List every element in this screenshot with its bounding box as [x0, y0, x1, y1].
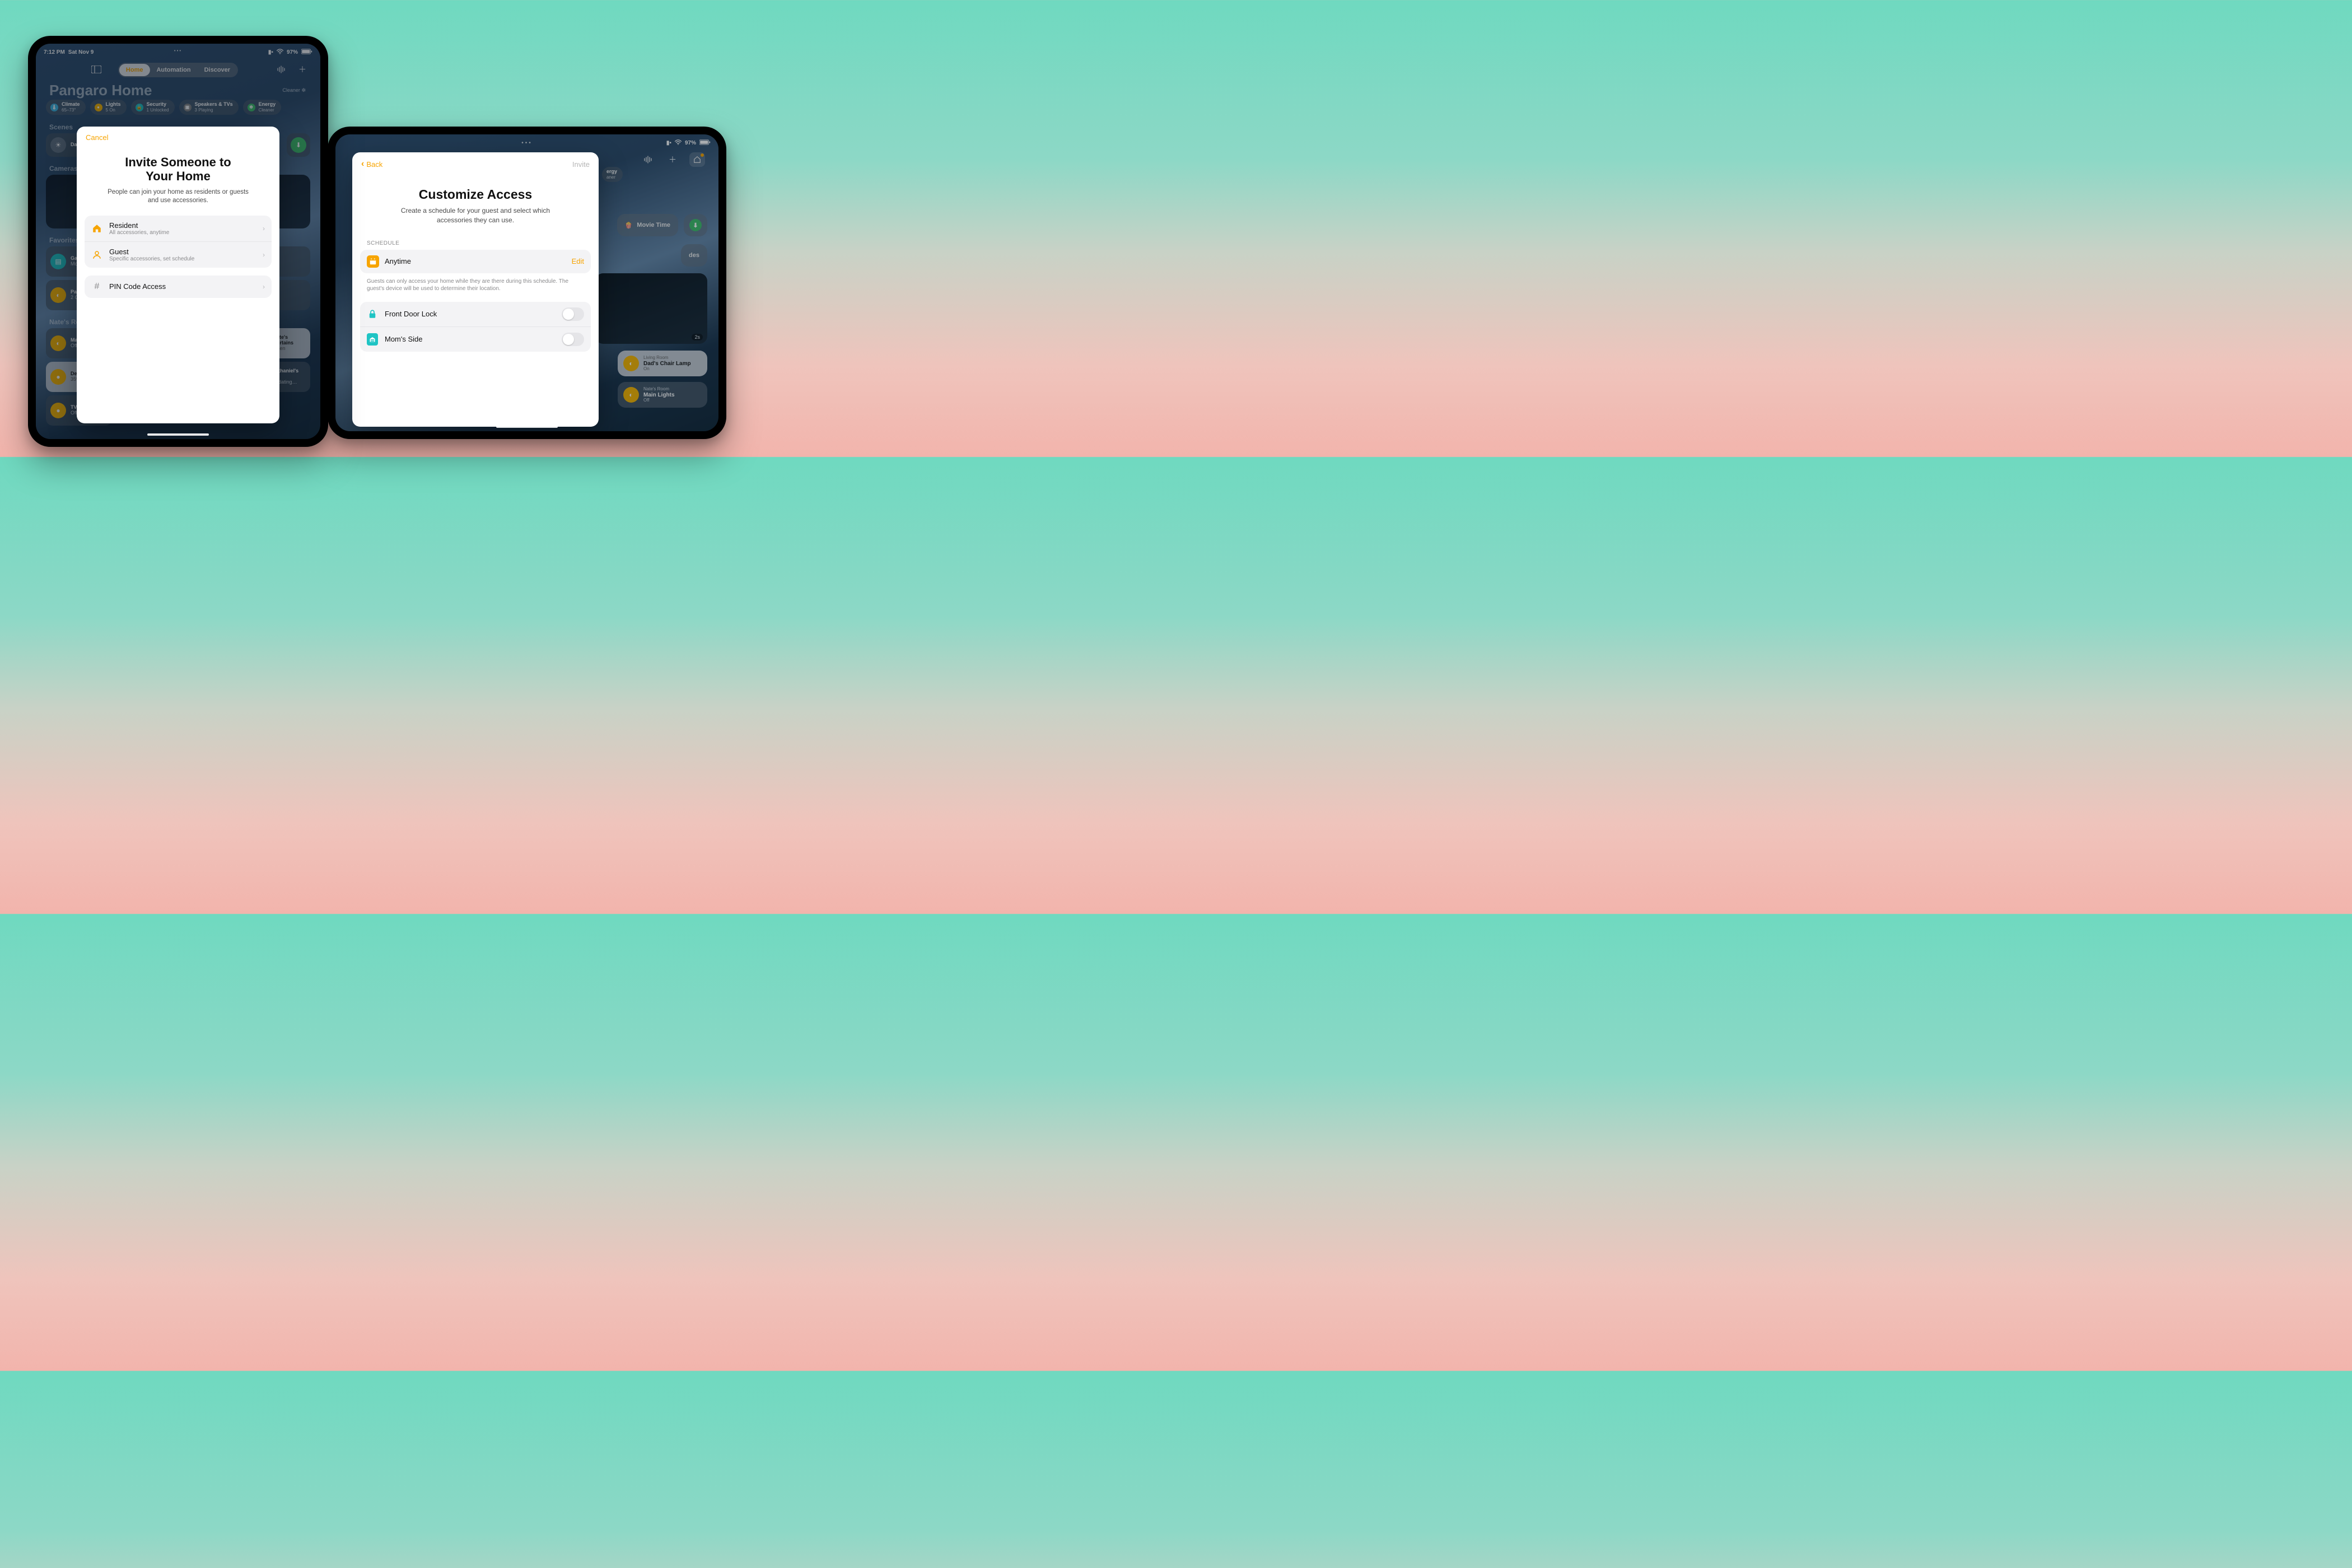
schedule-section-label: SCHEDULE [352, 235, 599, 250]
house-icon [91, 223, 102, 234]
chevron-right-icon: › [263, 283, 265, 291]
ipad-landscape-device: ▮▪ 97% ••• ＋ ergyaner [328, 127, 726, 439]
modal-subtitle: People can join your home as residents o… [77, 185, 279, 216]
accessory-label: Mom's Side [385, 335, 555, 343]
accessory-label: Front Door Lock [385, 310, 555, 318]
invite-modal: Cancel Invite Someone toYour Home People… [77, 127, 279, 423]
back-button[interactable]: ‹ Back [361, 159, 382, 169]
schedule-row[interactable]: Anytime Edit [360, 250, 591, 273]
home-indicator[interactable] [496, 426, 558, 428]
guest-row[interactable]: Guest Specific accessories, set schedule… [85, 242, 272, 268]
customize-access-modal: ‹ Back Invite Customize Access Create a … [352, 152, 599, 427]
accessory-access-list: Front Door Lock Mom's Side [360, 302, 591, 352]
person-icon [91, 249, 102, 260]
ipad-portrait-device: 7:12 PM Sat Nov 9 ▮▪ 97% ••• Home [28, 36, 328, 447]
schedule-value: Anytime [385, 257, 566, 265]
resident-subtitle: All accessories, anytime [109, 230, 256, 236]
modal-subtitle: Create a schedule for your guest and sel… [352, 203, 599, 234]
garage-icon [367, 334, 378, 345]
home-indicator[interactable] [147, 433, 209, 436]
pin-list: # PIN Code Access › [85, 276, 272, 298]
front-door-lock-row[interactable]: Front Door Lock [360, 302, 591, 327]
calendar-icon [367, 255, 379, 268]
chevron-left-icon: ‹ [361, 159, 364, 169]
lock-icon [367, 309, 378, 320]
guest-title: Guest [109, 248, 256, 256]
ipad-portrait-screen: 7:12 PM Sat Nov 9 ▮▪ 97% ••• Home [36, 44, 320, 439]
guest-subtitle: Specific accessories, set schedule [109, 256, 256, 262]
moms-side-row[interactable]: Mom's Side [360, 327, 591, 352]
cancel-button[interactable]: Cancel [86, 133, 108, 142]
modal-header: Cancel [77, 127, 279, 145]
resident-title: Resident [109, 221, 256, 230]
chevron-right-icon: › [263, 225, 265, 232]
modal-title: Customize Access [352, 172, 599, 203]
invite-button-disabled: Invite [572, 160, 590, 169]
pin-code-row[interactable]: # PIN Code Access › [85, 276, 272, 298]
pin-title: PIN Code Access [109, 282, 256, 291]
front-door-toggle[interactable] [562, 307, 584, 321]
chevron-right-icon: › [263, 251, 265, 259]
modal-title: Invite Someone toYour Home [77, 145, 279, 185]
ipad-landscape-screen: ▮▪ 97% ••• ＋ ergyaner [335, 134, 718, 431]
role-list: Resident All accessories, anytime › Gues… [85, 216, 272, 268]
schedule-note: Guests can only access your home while t… [352, 273, 599, 302]
moms-side-toggle[interactable] [562, 333, 584, 346]
edit-schedule-button[interactable]: Edit [572, 257, 584, 265]
modal-header: ‹ Back Invite [352, 152, 599, 172]
resident-row[interactable]: Resident All accessories, anytime › [85, 216, 272, 242]
hash-icon: # [91, 281, 102, 292]
